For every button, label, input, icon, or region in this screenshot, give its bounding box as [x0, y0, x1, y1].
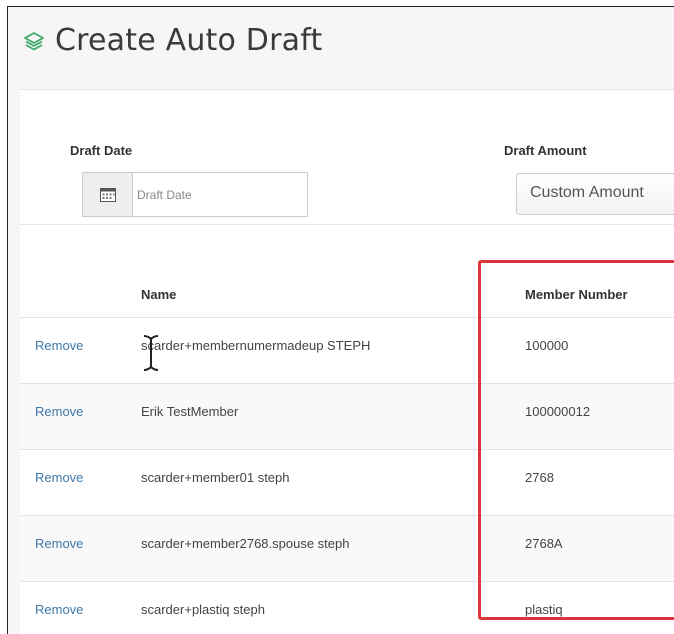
- draft-amount-label: Draft Amount: [504, 143, 587, 158]
- table-row: Remove scarder+member01 steph 2768: [20, 449, 674, 515]
- table-row: Remove scarder+plastiq steph plastiq: [20, 581, 674, 634]
- column-header-name: Name: [141, 287, 177, 302]
- member-name: scarder+membernumermadeup STEPH: [141, 338, 371, 353]
- app-frame: Create Auto Draft Draft Date Draft Amoun…: [7, 6, 674, 634]
- remove-link[interactable]: Remove: [35, 536, 83, 551]
- calendar-button[interactable]: [82, 172, 132, 217]
- layers-icon: [24, 32, 44, 51]
- member-number: 100000012: [525, 404, 591, 419]
- remove-link[interactable]: Remove: [35, 470, 83, 485]
- draft-date-label: Draft Date: [70, 143, 133, 158]
- member-number: plastiq: [525, 602, 563, 617]
- table-row: Remove scarder+member2768.spouse steph 2…: [20, 515, 674, 581]
- table-row: Remove Erik TestMember 100000012: [20, 383, 674, 449]
- member-name: scarder+member2768.spouse steph: [141, 536, 350, 551]
- calendar-icon: [99, 188, 116, 202]
- auto-draft-card: Draft Date Draft Amount Custom Amount Na…: [20, 89, 674, 634]
- table-row: Remove scarder+membernumermadeup STEPH 1…: [20, 317, 674, 383]
- draft-date-group: [82, 172, 308, 217]
- member-number: 100000: [525, 338, 569, 353]
- text-cursor-icon: [143, 335, 159, 371]
- page-title: Create Auto Draft: [55, 23, 323, 58]
- remove-link[interactable]: Remove: [35, 404, 83, 419]
- draft-amount-select[interactable]: Custom Amount: [516, 173, 674, 215]
- column-header-member-number: Member Number: [525, 287, 628, 302]
- form-divider: [20, 224, 674, 225]
- title-bar: Create Auto Draft: [8, 7, 674, 85]
- remove-link[interactable]: Remove: [35, 602, 83, 617]
- member-number: 2768A: [525, 536, 563, 551]
- member-number: 2768: [525, 470, 554, 485]
- remove-link[interactable]: Remove: [35, 338, 83, 353]
- member-name: Erik TestMember: [141, 404, 239, 419]
- member-name: scarder+plastiq steph: [141, 602, 265, 617]
- member-name: scarder+member01 steph: [141, 470, 290, 485]
- draft-date-input[interactable]: [132, 172, 308, 217]
